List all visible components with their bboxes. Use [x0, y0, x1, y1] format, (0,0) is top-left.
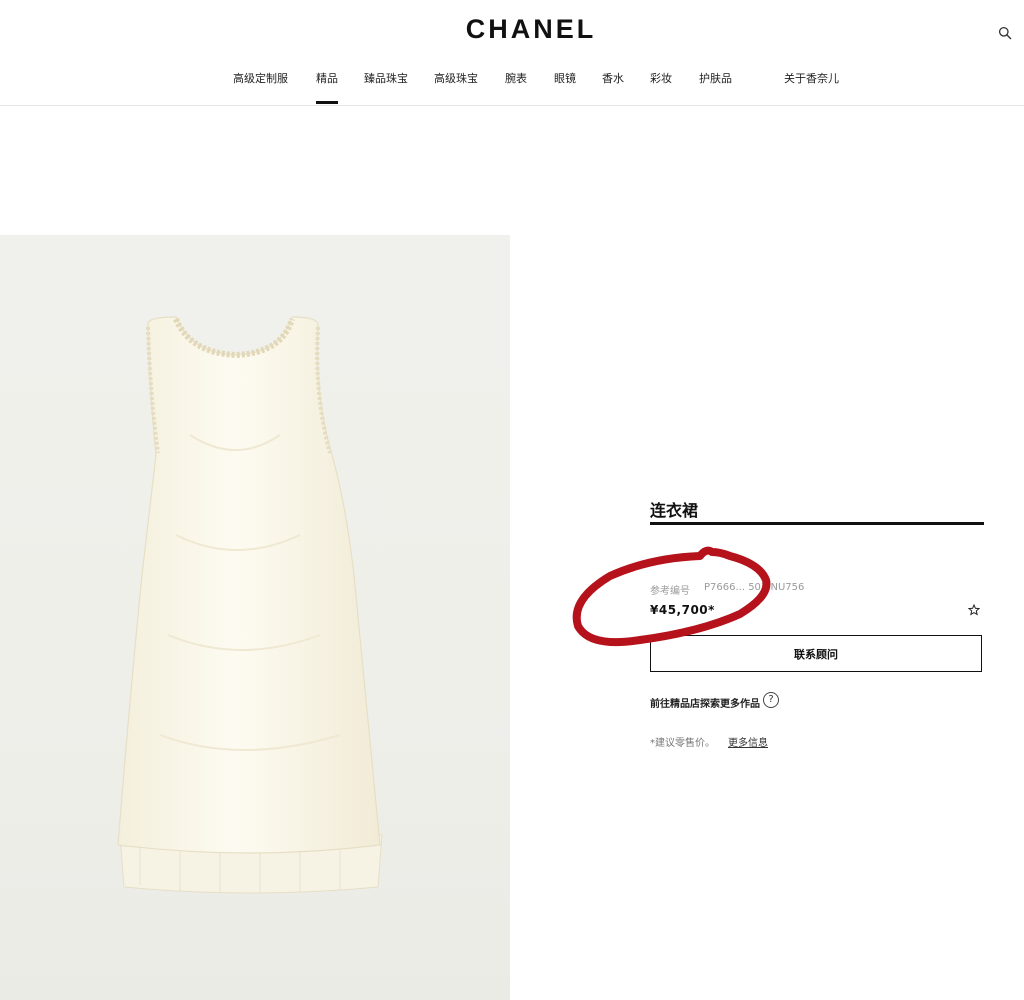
more-info-link[interactable]: 更多信息 — [728, 734, 768, 749]
question-icon[interactable]: ? — [763, 692, 779, 708]
page: CHANEL 高级定制服 精品 臻品珠宝 高级珠宝 腕表 眼镜 香水 彩妆 护肤… — [0, 0, 1024, 1000]
contact-advisor-button[interactable]: 联系顾问 — [650, 635, 982, 672]
nav-item-makeup[interactable]: 彩妆 — [650, 72, 672, 86]
star-icon[interactable] — [968, 604, 980, 616]
retail-price-note: *建议零售价。 — [650, 738, 715, 749]
nav-item-haute-couture[interactable]: 高级定制服 — [233, 72, 288, 86]
dress-image — [117, 316, 383, 894]
nav-item-fashion[interactable]: 精品 — [316, 72, 338, 104]
nav-item-high-jewelry[interactable]: 高级珠宝 — [434, 72, 478, 86]
reference-label: 参考编号 — [650, 586, 690, 597]
product-price: ¥45,700* — [650, 603, 715, 617]
site-header: CHANEL 高级定制服 精品 臻品珠宝 高级珠宝 腕表 眼镜 香水 彩妆 护肤… — [0, 0, 1024, 106]
reference-value: P7666... 503 NU756 — [704, 582, 805, 593]
boutique-link[interactable]: 前往精品店探索更多作品 — [650, 695, 760, 710]
brand-logo[interactable]: CHANEL — [0, 14, 1024, 45]
nav-item-skincare[interactable]: 护肤品 — [699, 72, 732, 86]
product-title: 连衣裙 — [650, 501, 699, 520]
search-icon[interactable] — [998, 26, 1012, 40]
nav-item-eyewear[interactable]: 眼镜 — [554, 72, 576, 86]
product-image[interactable] — [0, 235, 510, 1000]
nav-item-fine-jewelry[interactable]: 臻品珠宝 — [364, 72, 408, 86]
nav-item-watches[interactable]: 腕表 — [505, 72, 527, 86]
main-nav: 高级定制服 精品 臻品珠宝 高级珠宝 腕表 眼镜 香水 彩妆 护肤品 关于香奈儿 — [0, 68, 1024, 105]
nav-item-about[interactable]: 关于香奈儿 — [784, 72, 839, 86]
nav-item-fragrance[interactable]: 香水 — [602, 72, 624, 86]
title-divider — [650, 522, 984, 525]
